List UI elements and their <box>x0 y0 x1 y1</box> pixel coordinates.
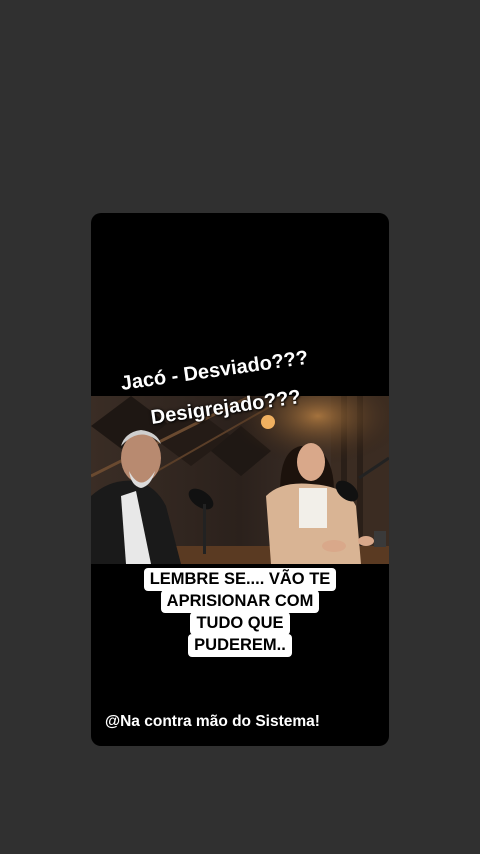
caption-line-3: TUDO QUE <box>190 612 290 635</box>
story-card[interactable]: Jacó - Desviado??? Desigrejado??? LEMBRE… <box>91 213 389 746</box>
caption-line-2: APRISIONAR COM <box>160 590 320 613</box>
podcast-scene-image <box>91 396 389 564</box>
caption-line-4: PUDEREM.. <box>188 634 292 657</box>
caption-line-1: LEMBRE SE.... VÃO TE <box>143 568 337 591</box>
channel-handle: @Na contra mão do Sistema! <box>105 713 320 730</box>
story-screen: Jacó - Desviado??? Desigrejado??? LEMBRE… <box>0 0 480 854</box>
caption-block: LEMBRE SE.... VÃO TE APRISIONAR COM TUDO… <box>91 568 389 657</box>
podcast-video-frame[interactable] <box>91 396 389 564</box>
